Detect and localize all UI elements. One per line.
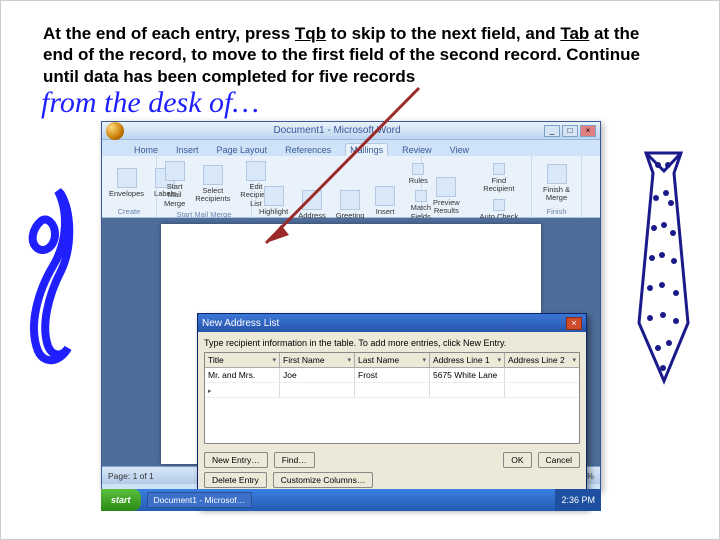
tab-insert[interactable]: Insert bbox=[172, 144, 203, 156]
find-recipient-button[interactable]: Find Recipient bbox=[474, 161, 524, 196]
office-button[interactable] bbox=[106, 122, 124, 140]
cell-last[interactable]: Frost bbox=[355, 368, 430, 382]
cell-first[interactable]: Joe bbox=[280, 368, 355, 382]
start-button[interactable]: start bbox=[101, 489, 141, 511]
maximize-button[interactable]: □ bbox=[562, 125, 578, 137]
col-title[interactable]: Title▾ bbox=[205, 353, 280, 367]
tray-time: 2:36 PM bbox=[561, 495, 595, 505]
col-address1[interactable]: Address Line 1▾ bbox=[430, 353, 505, 367]
find-button[interactable]: Find… bbox=[274, 452, 315, 468]
word-title: Document1 - Microsoft Word bbox=[130, 125, 544, 136]
word-window: Document1 - Microsoft Word _ □ × Home In… bbox=[101, 121, 601, 491]
decorative-letter-l bbox=[13, 186, 83, 366]
group-create-label: Create bbox=[106, 207, 152, 216]
customize-columns-button[interactable]: Customize Columns… bbox=[273, 472, 374, 488]
cell-addr2[interactable] bbox=[505, 368, 579, 382]
cell-addr1[interactable]: 5675 White Lane bbox=[430, 368, 505, 382]
minimize-button[interactable]: _ bbox=[544, 125, 560, 137]
desk-text: from the desk of… bbox=[41, 86, 259, 120]
tab-mailings[interactable]: Mailings bbox=[345, 143, 388, 156]
windows-taskbar: start Document1 - Microsof… 2:36 PM bbox=[101, 489, 601, 511]
dialog-instruction: Type recipient information in the table.… bbox=[204, 338, 580, 348]
envelopes-button[interactable]: Envelopes bbox=[106, 159, 147, 207]
table-row-new[interactable] bbox=[205, 383, 579, 398]
status-page: Page: 1 of 1 bbox=[108, 471, 154, 481]
delete-entry-button[interactable]: Delete Entry bbox=[204, 472, 267, 488]
table-row[interactable]: Mr. and Mrs. Joe Frost 5675 White Lane bbox=[205, 368, 579, 383]
cancel-button[interactable]: Cancel bbox=[538, 452, 580, 468]
tab-page-layout[interactable]: Page Layout bbox=[213, 144, 272, 156]
group-finish-label: Finish bbox=[536, 207, 577, 216]
decorative-tie bbox=[616, 143, 711, 393]
col-last-name[interactable]: Last Name▾ bbox=[355, 353, 430, 367]
ribbon: Envelopes Labels Create Start Mail Merge… bbox=[102, 156, 600, 218]
word-titlebar[interactable]: Document1 - Microsoft Word _ □ × bbox=[102, 122, 600, 140]
new-address-list-dialog: New Address List × Type recipient inform… bbox=[197, 313, 587, 508]
start-mail-merge-button[interactable]: Start Mail Merge bbox=[161, 159, 188, 210]
cell-title[interactable]: Mr. and Mrs. bbox=[205, 368, 280, 382]
col-address2[interactable]: Address Line 2▾ bbox=[505, 353, 579, 367]
select-recipients-button[interactable]: Select Recipients bbox=[192, 159, 233, 210]
document-area: New Address List × Type recipient inform… bbox=[102, 218, 600, 466]
key-tab-2: Tab bbox=[560, 24, 589, 43]
tab-home[interactable]: Home bbox=[130, 144, 162, 156]
key-tab-1: Tqb bbox=[295, 24, 326, 43]
ribbon-tabs: Home Insert Page Layout References Maili… bbox=[102, 140, 600, 156]
finish-merge-button[interactable]: Finish & Merge bbox=[536, 159, 577, 207]
dialog-title: New Address List bbox=[202, 318, 279, 329]
dialog-titlebar[interactable]: New Address List × bbox=[198, 314, 586, 332]
new-entry-button[interactable]: New Entry… bbox=[204, 452, 268, 468]
col-first-name[interactable]: First Name▾ bbox=[280, 353, 355, 367]
ok-button[interactable]: OK bbox=[503, 452, 531, 468]
close-button[interactable]: × bbox=[580, 125, 596, 137]
taskbar-item-word[interactable]: Document1 - Microsof… bbox=[147, 492, 253, 508]
recipient-table[interactable]: Title▾ First Name▾ Last Name▾ Address Li… bbox=[204, 352, 580, 444]
tab-view[interactable]: View bbox=[446, 144, 473, 156]
tab-review[interactable]: Review bbox=[398, 144, 436, 156]
tab-references[interactable]: References bbox=[281, 144, 335, 156]
dialog-close-button[interactable]: × bbox=[566, 317, 582, 330]
system-tray[interactable]: 2:36 PM bbox=[555, 489, 601, 511]
instruction-text: At the end of each entry, press Tqb to s… bbox=[43, 23, 653, 87]
